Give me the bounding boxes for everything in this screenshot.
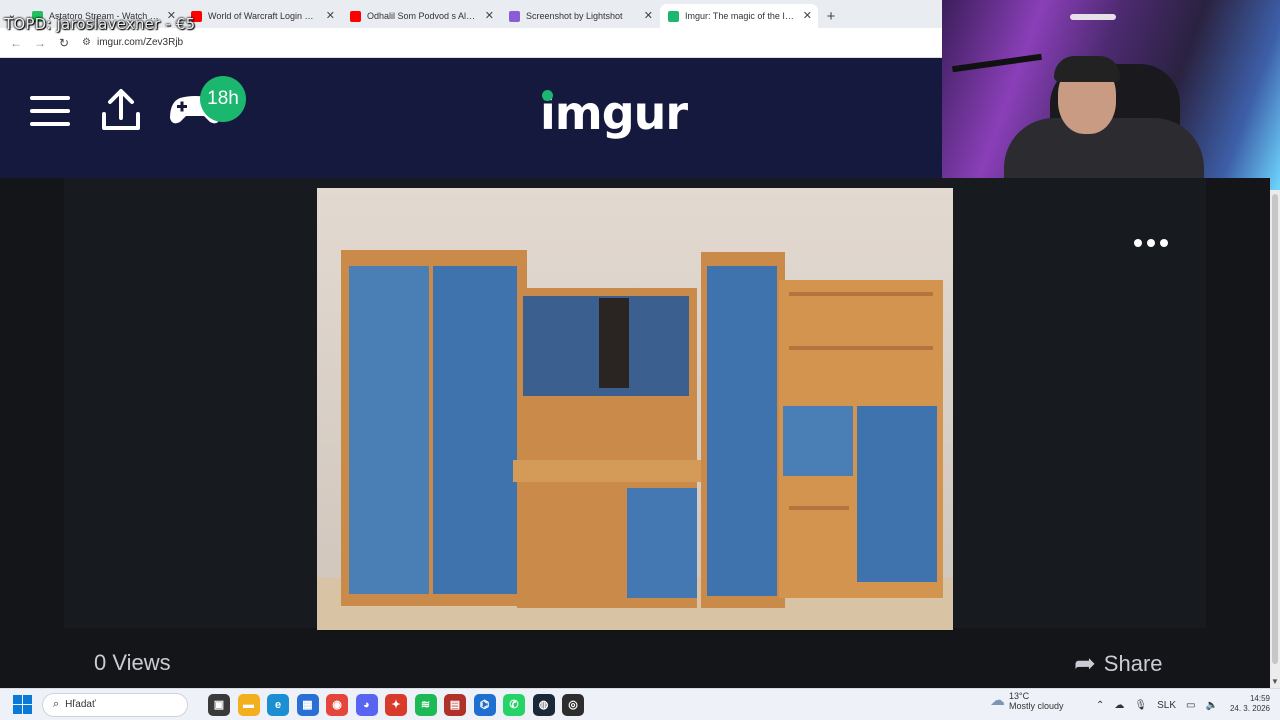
app-red-icon[interactable]: ✦: [385, 693, 407, 716]
forward-arrow-icon[interactable]: →: [28, 31, 52, 55]
close-icon[interactable]: ✕: [644, 9, 653, 22]
hamburger-menu-icon[interactable]: [30, 96, 70, 126]
views-count: 0 Views: [94, 650, 171, 675]
tab-odhalil[interactable]: Odhalil Som Podvod s Alzou ✕: [342, 4, 500, 28]
clock[interactable]: 14:59 24. 3. 2026: [1226, 694, 1270, 714]
system-tray: ⌃ ☁ 🎙 SLK ▭ 🔈: [1096, 691, 1228, 719]
tab-wow-music[interactable]: World of Warcraft Login Music ✕: [183, 4, 341, 28]
back-arrow-icon[interactable]: ←: [4, 31, 28, 55]
app-blue-icon[interactable]: ⌬: [473, 693, 496, 716]
scrollbar[interactable]: ▼: [1270, 190, 1280, 688]
discord-icon[interactable]: ◕: [355, 693, 378, 716]
imgur-logo[interactable]: imgur: [540, 86, 688, 140]
windows-taskbar: ⌕ Hľadať ▣ ▬ e ▦ ◉ ◕ ✦ ≋ ▤ ⌬ ✆ ◍ ◎ ☁ 13°C Mostly clo…: [0, 688, 1280, 720]
language-indicator[interactable]: SLK: [1157, 700, 1176, 711]
close-icon[interactable]: ✕: [326, 9, 335, 22]
share-arrow-icon: ➦: [1074, 648, 1096, 678]
steam-icon[interactable]: ◍: [532, 693, 555, 716]
chevron-up-icon[interactable]: ⌃: [1096, 700, 1104, 711]
tab-title: Imgur: The magic of the Internet: [685, 11, 796, 21]
tab-imgur[interactable]: Imgur: The magic of the Internet ✕: [660, 4, 818, 28]
task-view-icon[interactable]: ▣: [208, 693, 230, 716]
scroll-down-icon[interactable]: ▼: [1271, 677, 1279, 686]
microphone-icon[interactable]: 🎙: [1134, 700, 1147, 711]
windows-start-icon[interactable]: [8, 691, 36, 719]
more-options-icon[interactable]: [1134, 236, 1168, 250]
share-label: Share: [1103, 650, 1163, 676]
url-field[interactable]: ⚙ imgur.com/Zev3Rjb: [82, 32, 602, 54]
volume-icon[interactable]: 🔈: [1205, 700, 1217, 711]
url-text: imgur.com/Zev3Rjb: [96, 37, 184, 48]
tab-title: World of Warcraft Login Music: [208, 11, 319, 21]
clock-time: 14:59: [1249, 694, 1270, 703]
search-icon: ⌕: [53, 698, 60, 710]
tab-title: Odhalil Som Podvod s Alzou: [367, 11, 478, 21]
weather-widget[interactable]: ☁ 13°C Mostly cloudy: [990, 691, 1064, 711]
wardrobe-photo: [317, 188, 953, 630]
chrome-icon[interactable]: ◉: [326, 693, 348, 716]
obs-icon[interactable]: ◎: [562, 693, 584, 716]
search-placeholder: Hľadať: [65, 699, 96, 710]
display-icon[interactable]: ▭: [1186, 700, 1195, 711]
reload-icon[interactable]: ↻: [52, 31, 76, 55]
close-icon[interactable]: ✕: [485, 9, 494, 22]
cloud-sync-icon[interactable]: ☁: [1114, 700, 1124, 711]
edge-icon[interactable]: e: [267, 693, 289, 716]
webcam-feed: [942, 0, 1280, 190]
tab-lightshot[interactable]: Screenshot by Lightshot ✕: [501, 4, 659, 28]
taskbar-search[interactable]: ⌕ Hľadať: [42, 692, 188, 717]
share-button[interactable]: ➦ Share: [1074, 648, 1163, 679]
upload-icon[interactable]: [100, 88, 142, 132]
feather-icon: [509, 10, 520, 22]
stream-overlay-text: TOPD: jaroslavexner - €5: [4, 15, 196, 33]
weather-temp: 13°C: [1009, 691, 1030, 701]
logo-dot: [542, 90, 553, 101]
file-explorer-icon[interactable]: ▬: [237, 693, 260, 716]
site-info-icon[interactable]: ⚙: [82, 37, 91, 48]
clock-date: 24. 3. 2026: [1229, 704, 1270, 713]
spotify-icon[interactable]: ≋: [414, 693, 437, 716]
tab-title: Screenshot by Lightshot: [526, 11, 623, 21]
weather-desc: Mostly cloudy: [1009, 701, 1064, 711]
new-tab-button[interactable]: +: [819, 4, 843, 28]
close-icon[interactable]: ✕: [803, 9, 812, 22]
age-badge[interactable]: 18h: [200, 76, 246, 122]
whatsapp-icon[interactable]: ✆: [503, 693, 525, 716]
post-image[interactable]: [317, 188, 953, 630]
app-grid-icon[interactable]: ▤: [444, 693, 466, 716]
taskbar-apps: ▣ ▬ e ▦ ◉ ◕ ✦ ≋ ▤ ⌬ ✆ ◍ ◎: [208, 693, 592, 716]
scrollbar-thumb[interactable]: [1272, 194, 1278, 664]
youtube-icon: [350, 10, 361, 22]
cloud-icon: ☁: [990, 692, 1005, 709]
store-icon[interactable]: ▦: [296, 693, 319, 716]
imgur-favicon-icon: [668, 10, 679, 22]
